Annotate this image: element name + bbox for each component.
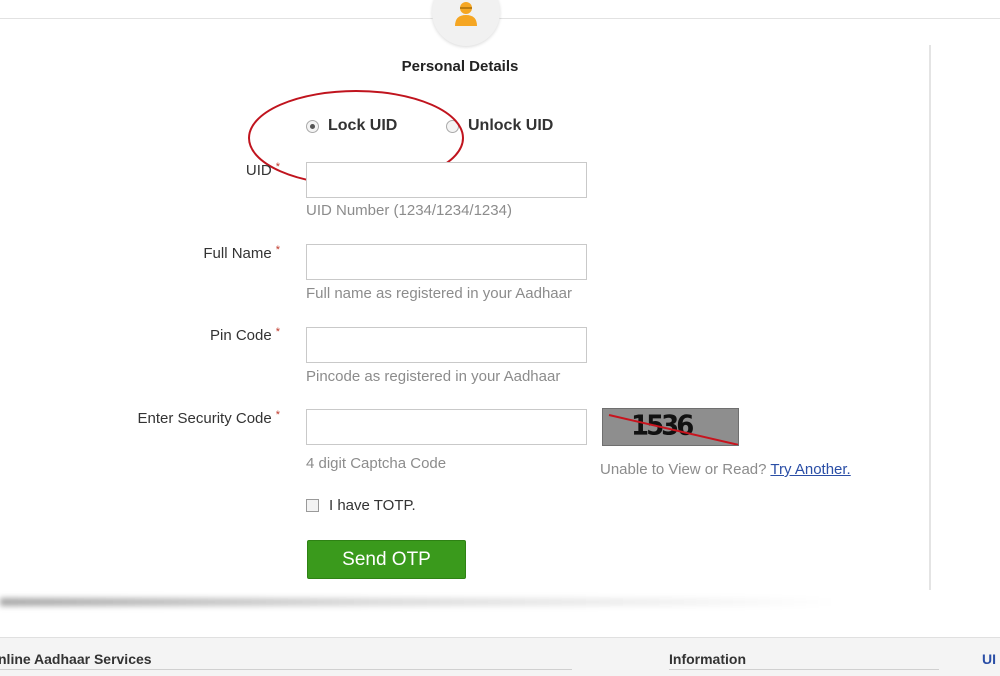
full-name-hint: Full name as registered in your Aadhaar <box>306 285 572 302</box>
unlock-uid-option[interactable]: Unlock UID <box>446 117 553 135</box>
security-code-hint: 4 digit Captcha Code <box>306 455 447 472</box>
totp-label: I have TOTP. <box>329 497 416 514</box>
unable-text: Unable to View or Read? <box>600 461 767 478</box>
send-otp-button[interactable]: Send OTP <box>307 540 466 579</box>
footer-divider-1 <box>0 669 572 670</box>
totp-checkbox[interactable] <box>306 499 319 512</box>
try-another-link[interactable]: Try Another. <box>770 461 850 478</box>
uid-hint: UID Number (1234/1234/1234) <box>306 202 512 219</box>
lock-uid-radio[interactable] <box>306 119 319 133</box>
pin-code-label: Pin Code * <box>210 326 280 344</box>
footer: nline Aadhaar Services Information UI <box>0 637 1000 676</box>
panel-shadow <box>0 598 930 606</box>
avatar <box>432 0 500 46</box>
footer-information[interactable]: Information <box>669 651 746 667</box>
totp-option[interactable]: I have TOTP. <box>306 497 416 514</box>
pin-code-input[interactable] <box>306 327 587 363</box>
captcha-strike-line <box>608 414 738 445</box>
captcha-help: Unable to View or Read? Try Another. <box>600 461 851 478</box>
footer-online-services[interactable]: nline Aadhaar Services <box>0 651 152 667</box>
unlock-uid-label: Unlock UID <box>468 117 554 134</box>
security-code-input[interactable] <box>306 409 587 445</box>
panel-right-border <box>929 45 931 590</box>
captcha-image: 1536 <box>602 408 739 446</box>
full-name-label: Full Name * <box>203 244 280 262</box>
uid-input[interactable] <box>306 162 587 198</box>
footer-divider-2 <box>669 669 939 670</box>
top-divider <box>0 18 1000 19</box>
section-title: Personal Details <box>401 58 519 75</box>
user-icon <box>455 2 477 26</box>
lock-uid-option[interactable]: Lock UID <box>306 117 397 135</box>
lock-uid-label: Lock UID <box>328 117 398 134</box>
footer-ui-link[interactable]: UI <box>982 651 996 667</box>
uid-label: UID * <box>245 161 280 179</box>
full-name-input[interactable] <box>306 244 587 280</box>
security-code-label: Enter Security Code * <box>137 409 280 427</box>
unlock-uid-radio[interactable] <box>446 119 459 133</box>
pin-code-hint: Pincode as registered in your Aadhaar <box>306 368 561 385</box>
